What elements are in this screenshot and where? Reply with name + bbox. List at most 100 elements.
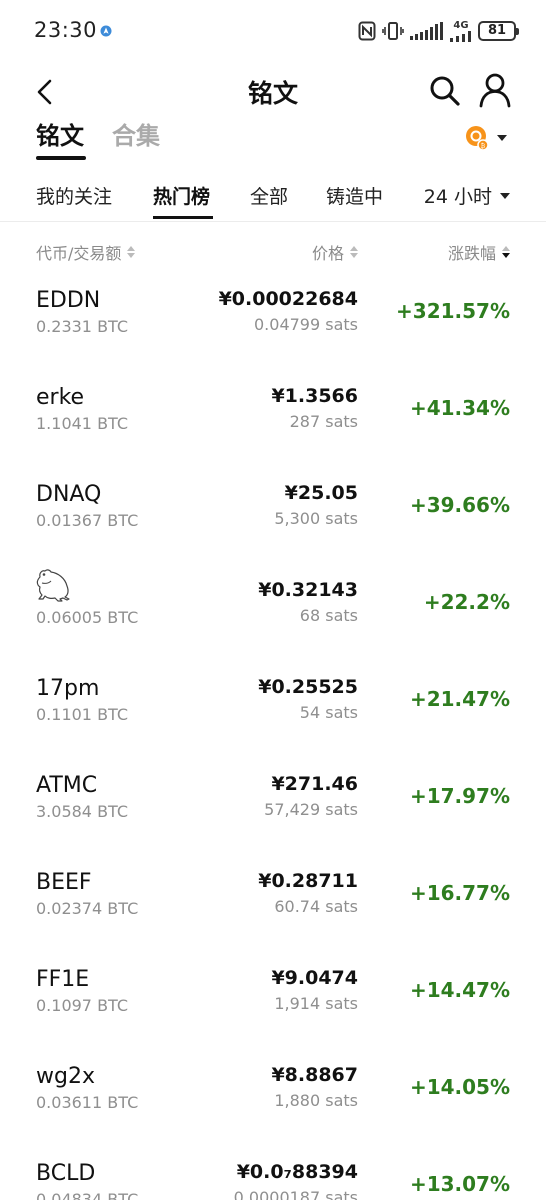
token-price-sats: 68 sats bbox=[299, 606, 358, 625]
token-name: BEEF bbox=[36, 870, 92, 895]
chain-selector[interactable]: ₿ bbox=[464, 124, 512, 152]
token-row[interactable]: wg2x 0.03611 BTC ¥8.8867 1,880 sats +14.… bbox=[0, 1040, 546, 1137]
token-volume: 0.06005 BTC bbox=[36, 608, 139, 627]
token-price: ¥9.0474 bbox=[271, 967, 358, 989]
token-row[interactable]: 17pm 0.1101 BTC ¥0.25525 54 sats +21.47% bbox=[0, 652, 546, 749]
top-app-bar: 铭文 bbox=[0, 62, 546, 118]
page-title: 铭文 bbox=[247, 79, 298, 108]
token-volume: 0.01367 BTC bbox=[36, 511, 139, 530]
token-volume: 0.2331 BTC bbox=[36, 317, 129, 336]
location-arrow-icon bbox=[100, 25, 112, 37]
tab-my-watchlist[interactable]: 我的关注 bbox=[36, 182, 112, 209]
table-header: 代币/交易额 价格 涨跌幅 bbox=[0, 238, 546, 264]
column-header-change: 涨跌幅 bbox=[447, 244, 496, 263]
token-row[interactable]: ATMC 3.0584 BTC ¥271.46 57,429 sats +17.… bbox=[0, 749, 546, 846]
sort-by-volume[interactable]: 代币/交易额 bbox=[36, 240, 136, 264]
token-price-sats: 1,880 sats bbox=[274, 1091, 358, 1110]
sort-by-change[interactable]: 涨跌幅 bbox=[448, 240, 510, 264]
token-change: +22.2% bbox=[423, 590, 510, 614]
token-price: ¥271.46 bbox=[271, 773, 358, 795]
token-change: +13.07% bbox=[409, 1172, 510, 1196]
column-header-price: 价格 bbox=[311, 244, 344, 263]
token-price-sats: 60.74 sats bbox=[274, 897, 358, 916]
nfc-icon bbox=[358, 21, 376, 41]
token-volume: 1.1041 BTC bbox=[36, 414, 129, 433]
token-list: EDDN 0.2331 BTC ¥0.00022684 0.04799 sats… bbox=[0, 264, 546, 1200]
token-change: +17.97% bbox=[409, 784, 510, 808]
chevron-down-icon bbox=[497, 135, 507, 141]
frog-icon bbox=[36, 569, 70, 602]
token-change: +39.66% bbox=[409, 493, 510, 517]
filter-tabs: 我的关注 热门榜 全部 铸造中 24 小时 bbox=[0, 176, 546, 222]
search-icon[interactable] bbox=[428, 74, 462, 108]
token-price-sats: 0.04799 sats bbox=[254, 315, 358, 334]
filter-active-indicator bbox=[153, 216, 213, 219]
token-price: ¥1.3566 bbox=[271, 385, 358, 407]
active-tab-indicator bbox=[36, 156, 86, 160]
token-price-sats: 54 sats bbox=[299, 703, 358, 722]
tab-inscriptions[interactable]: 铭文 bbox=[36, 116, 84, 151]
token-volume: 3.0584 BTC bbox=[36, 802, 129, 821]
sort-icon bbox=[127, 246, 136, 258]
token-change: +21.47% bbox=[409, 687, 510, 711]
bitcoin-coin-icon: ₿ bbox=[466, 126, 489, 151]
token-row[interactable]: DNAQ 0.01367 BTC ¥25.05 5,300 sats +39.6… bbox=[0, 458, 546, 555]
token-change: +14.47% bbox=[409, 978, 510, 1002]
token-change: +14.05% bbox=[409, 1075, 510, 1099]
token-volume: 0.04834 BTC bbox=[36, 1190, 139, 1200]
caret-down-icon bbox=[500, 192, 510, 199]
token-price-sats: 1,914 sats bbox=[274, 994, 358, 1013]
sort-icon bbox=[350, 246, 358, 258]
tab-all[interactable]: 全部 bbox=[250, 182, 288, 209]
token-row[interactable]: EDDN 0.2331 BTC ¥0.00022684 0.04799 sats… bbox=[0, 264, 546, 361]
user-icon[interactable] bbox=[478, 72, 512, 108]
token-price-sats: 5,300 sats bbox=[274, 509, 358, 528]
column-header-name-volume: 代币/交易额 bbox=[36, 244, 122, 263]
status-time: 23:30 bbox=[34, 18, 98, 42]
token-price: ¥0.32143 bbox=[258, 579, 358, 601]
sort-by-price[interactable]: 价格 bbox=[312, 240, 358, 264]
token-name: DNAQ bbox=[36, 482, 102, 507]
token-change: +41.34% bbox=[409, 396, 510, 420]
tab-hot-list[interactable]: 热门榜 bbox=[153, 182, 210, 209]
token-price: ¥0.28711 bbox=[258, 870, 358, 892]
token-volume: 0.03611 BTC bbox=[36, 1093, 139, 1112]
status-icons: 4G 81 bbox=[358, 19, 519, 43]
signal-bars-icon bbox=[450, 30, 471, 42]
token-name: 17pm bbox=[36, 676, 100, 701]
token-name: wg2x bbox=[36, 1064, 95, 1089]
sort-desc-active-icon bbox=[502, 246, 510, 258]
token-price-sats: 57,429 sats bbox=[264, 800, 358, 819]
token-change: +16.77% bbox=[409, 881, 510, 905]
token-row[interactable]: erke 1.1041 BTC ¥1.3566 287 sats +41.34% bbox=[0, 361, 546, 458]
token-row[interactable]: BCLD 0.04834 BTC ¥0.0₇88394 0.0000187 sa… bbox=[0, 1137, 546, 1200]
tab-minting[interactable]: 铸造中 bbox=[326, 182, 383, 209]
network-type-label: 4G bbox=[450, 20, 472, 42]
token-price: ¥8.8867 bbox=[271, 1064, 358, 1086]
token-name: BCLD bbox=[36, 1161, 96, 1186]
token-price-sats: 287 sats bbox=[289, 412, 358, 431]
token-name: erke bbox=[36, 385, 85, 410]
token-change: +321.57% bbox=[396, 299, 510, 323]
token-volume: 0.02374 BTC bbox=[36, 899, 139, 918]
token-price: ¥0.25525 bbox=[258, 676, 358, 698]
token-name: ATMC bbox=[36, 773, 98, 798]
section-tabs: 铭文 合集 ₿ bbox=[0, 116, 546, 164]
token-name: FF1E bbox=[36, 967, 90, 992]
token-price-sats: 0.0000187 sats bbox=[233, 1188, 358, 1200]
svg-text:₿: ₿ bbox=[481, 143, 486, 150]
token-price: ¥0.00022684 bbox=[218, 288, 358, 310]
battery-indicator: 81 bbox=[478, 21, 519, 41]
signal-icon bbox=[410, 22, 443, 40]
time-range-dropdown[interactable]: 24 小时 bbox=[424, 182, 510, 209]
token-row[interactable]: FF1E 0.1097 BTC ¥9.0474 1,914 sats +14.4… bbox=[0, 943, 546, 1040]
token-volume: 0.1101 BTC bbox=[36, 705, 129, 724]
token-row[interactable]: BEEF 0.02374 BTC ¥0.28711 60.74 sats +16… bbox=[0, 846, 546, 943]
token-volume: 0.1097 BTC bbox=[36, 996, 129, 1015]
token-price: ¥25.05 bbox=[284, 482, 358, 504]
token-name: EDDN bbox=[36, 288, 101, 313]
token-row[interactable]: 0.06005 BTC ¥0.32143 68 sats +22.2% bbox=[0, 555, 546, 652]
tab-collections[interactable]: 合集 bbox=[112, 116, 160, 151]
status-bar: 23:30 4G 81 bbox=[0, 0, 546, 62]
vibrate-icon bbox=[382, 22, 404, 40]
